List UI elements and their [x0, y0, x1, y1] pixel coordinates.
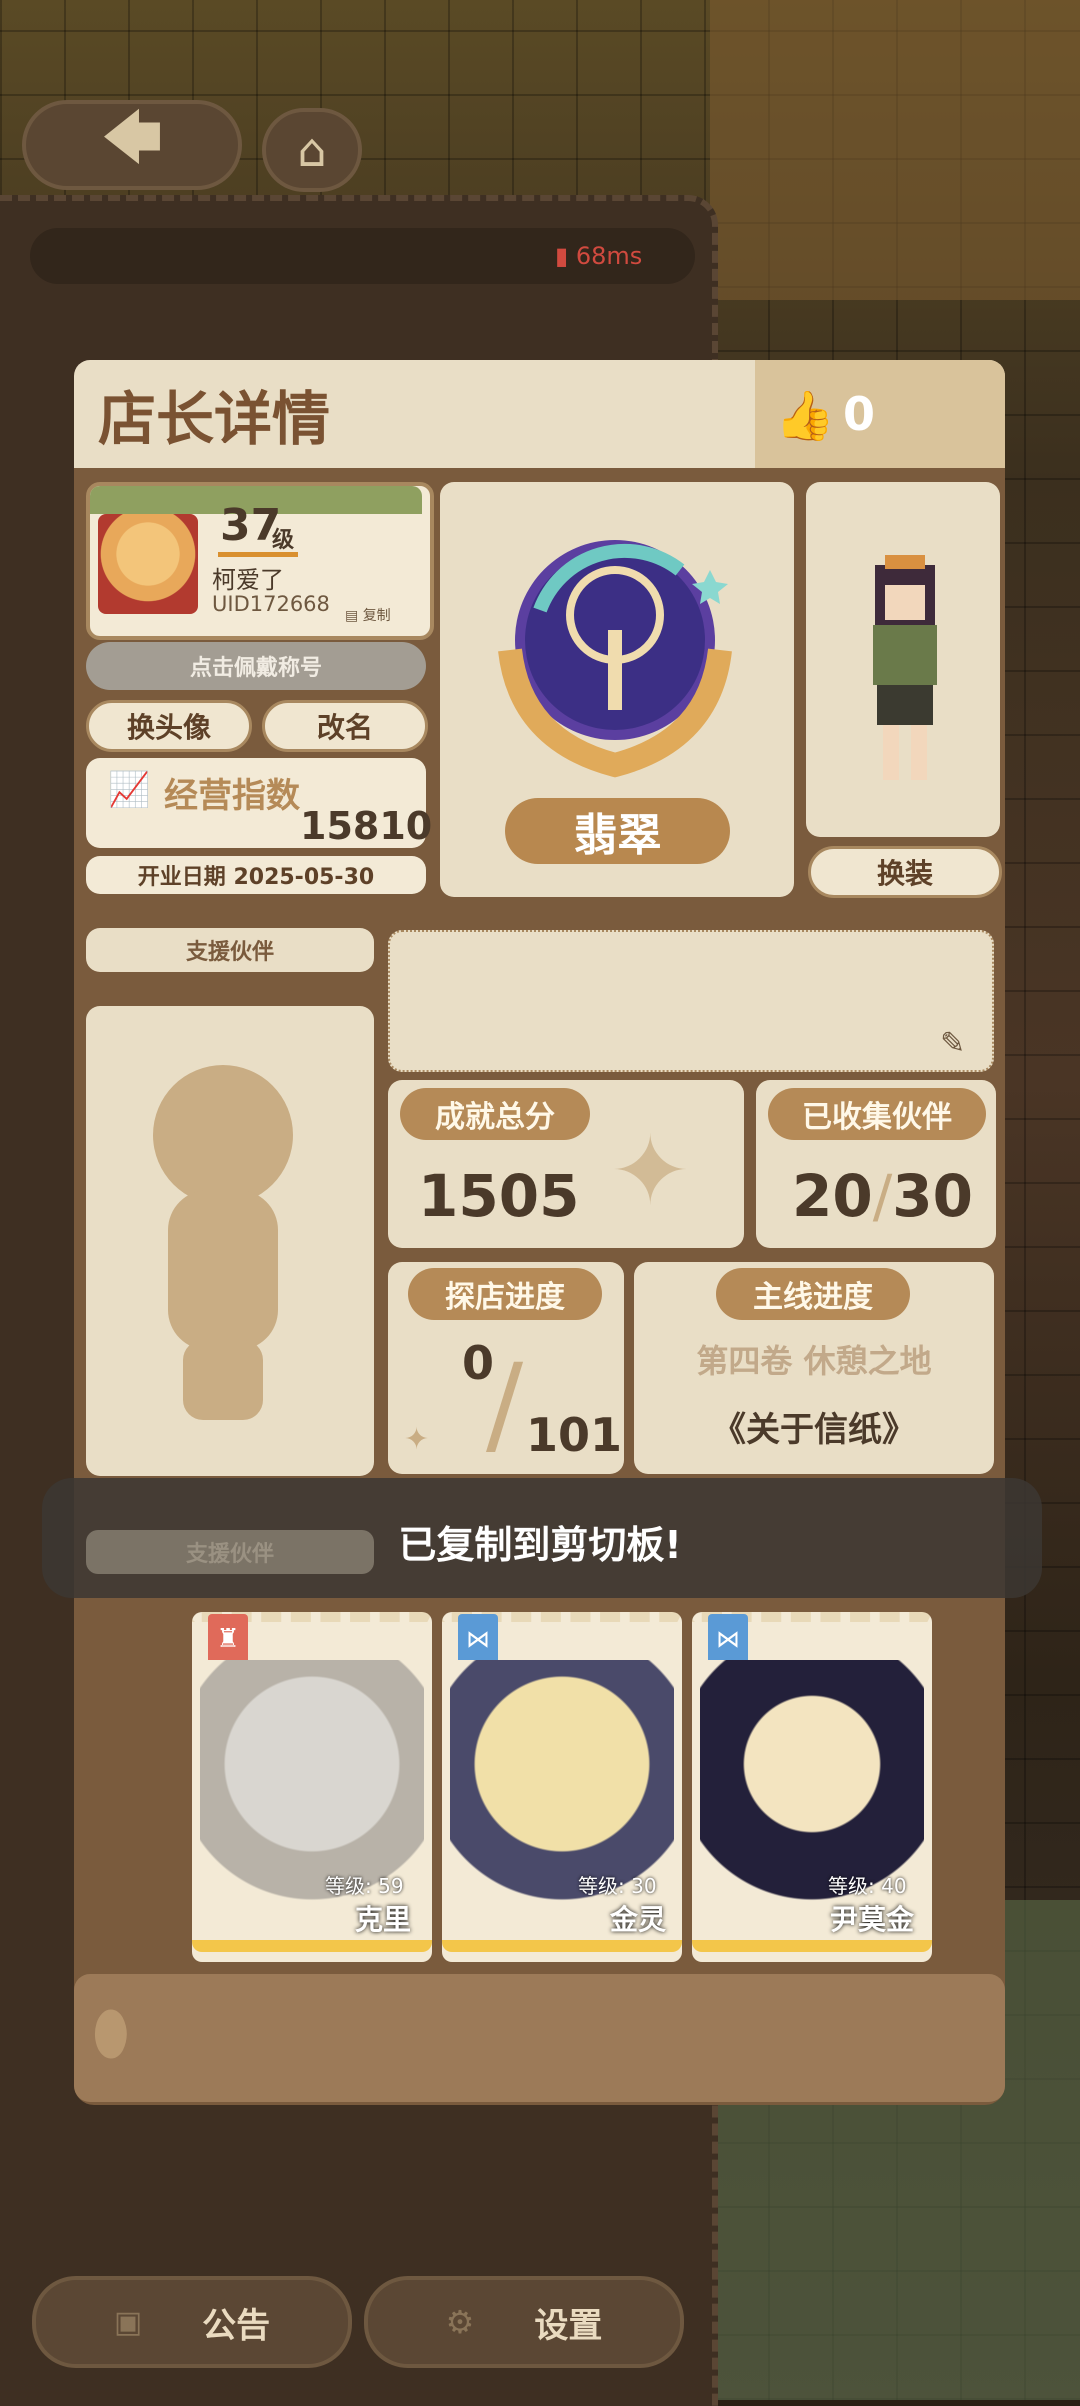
briefcase-icon: ▣	[113, 2304, 143, 2340]
change-outfit-button[interactable]: 换装	[808, 846, 1002, 898]
level-bar	[218, 552, 298, 557]
bow-tie-icon: ⋈	[708, 1614, 748, 1664]
player-uid: UID172668	[212, 592, 330, 616]
collected-count: 20	[792, 1162, 873, 1230]
signature-box[interactable]	[388, 930, 994, 1072]
support-partner-label: 支援伙伴	[86, 928, 374, 972]
rank-badge-icon	[480, 520, 750, 780]
settings-button[interactable]: ⚙ 设置	[364, 2276, 684, 2368]
collected-label: 已收集伙伴	[768, 1088, 986, 1140]
partner-name: 克里	[355, 1903, 412, 1936]
partner-level: 等级: 40	[828, 1874, 907, 1898]
bottom-info-bar	[74, 1974, 1005, 2102]
announcement-button[interactable]: ▣ 公告	[32, 2276, 352, 2368]
partner-name: 尹莫金	[830, 1903, 915, 1936]
copy-icon: ▤	[345, 608, 359, 624]
explore-total: 101	[526, 1408, 623, 1462]
settings-label: 设置	[534, 2305, 603, 2346]
story-chapter: 《关于信纸》	[712, 1410, 916, 1450]
chef-hat-icon: ♜	[208, 1614, 248, 1664]
collected-total: 30	[892, 1162, 973, 1230]
like-count: 0	[843, 387, 876, 441]
partner-rarity-bar	[192, 1940, 432, 1952]
coffee-bean-icon: ✦	[610, 1115, 691, 1227]
business-index-value: 15810	[300, 804, 433, 848]
explore-separator: /	[486, 1340, 524, 1468]
thumbs-up-icon: 👍	[775, 388, 835, 444]
home-icon: ⌂	[297, 123, 327, 177]
achievement-value: 1505	[418, 1162, 580, 1230]
chart-icon: 📈	[108, 770, 151, 810]
partner-rarity-bar	[692, 1940, 932, 1952]
character-sprite	[855, 555, 955, 790]
ping-value: 68ms	[575, 242, 643, 270]
announcement-label: 公告	[202, 2305, 271, 2346]
achievement-label: 成就总分	[400, 1088, 590, 1140]
edit-icon[interactable]: ✎	[940, 1026, 965, 1061]
wear-title-button[interactable]: 点击佩戴称号	[86, 642, 426, 690]
story-label: 主线进度	[716, 1268, 910, 1320]
arrow-left-icon: 🡄	[101, 103, 163, 173]
back-button[interactable]: 🡄	[22, 100, 242, 190]
partner-level: 等级: 30	[578, 1874, 657, 1898]
partner-name: 金灵	[610, 1903, 667, 1936]
copy-uid-button[interactable]: ▤ 复制	[345, 605, 391, 625]
rank-name: 翡翠	[505, 798, 730, 864]
avatar[interactable]	[98, 514, 198, 614]
partner-level: 等级: 59	[325, 1874, 404, 1898]
signal-icon: ▮	[555, 242, 569, 270]
business-index-label: 经营指数	[164, 776, 300, 816]
gear-icon: ⚙	[445, 2303, 475, 2341]
shop-scenery	[710, 0, 1080, 300]
story-volume: 第四卷 休憩之地	[696, 1342, 932, 1380]
explore-label: 探店进度	[408, 1268, 602, 1320]
open-date: 开业日期 2025-05-30	[86, 856, 426, 894]
change-avatar-button[interactable]: 换头像	[86, 700, 252, 752]
sparkle-icon: ✦	[404, 1422, 430, 1457]
home-button[interactable]: ⌂	[262, 108, 362, 192]
level-unit: 级	[272, 528, 295, 553]
collected-separator: /	[872, 1162, 893, 1230]
player-name: 柯爱了	[212, 566, 284, 594]
coffee-bean-icon: ⬮	[92, 1998, 130, 2068]
page-title: 店长详情	[98, 385, 331, 453]
rename-button[interactable]: 改名	[262, 700, 428, 752]
copy-label: 复制	[362, 608, 391, 624]
bow-tie-icon: ⋈	[458, 1614, 498, 1664]
partner-rarity-bar	[442, 1940, 682, 1952]
empty-silhouette-icon	[138, 1060, 308, 1430]
ping-indicator: ▮ 68ms	[555, 242, 642, 270]
toast-message: 已复制到剪切板!	[398, 1523, 682, 1567]
collected-value: 20/30	[792, 1162, 973, 1230]
